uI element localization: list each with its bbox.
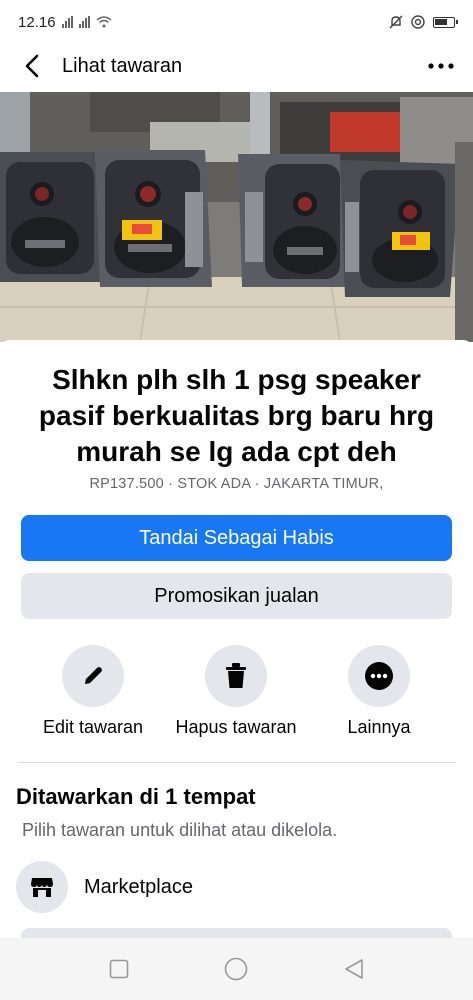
listing-photo[interactable] [0, 92, 473, 342]
recent-apps-button[interactable] [99, 949, 139, 989]
listing-actions: Edit tawaran Hapus tawaran Lainnya [0, 645, 473, 745]
page-title: Lihat tawaran [62, 54, 183, 77]
back-nav-button[interactable] [334, 949, 374, 989]
more-horizontal-circle-icon [365, 662, 393, 690]
listing-meta: RP137.500 · STOK ADA · JAKARTA TIMUR, [89, 476, 384, 492]
promote-listing-button[interactable]: Promosikan jualan [21, 573, 452, 619]
delete-listing-action[interactable]: Hapus tawaran [161, 645, 311, 738]
listing-title: Slhkn plh slh 1 psg speaker pasif berkua… [38, 364, 435, 467]
more-actions-label: Lainnya [347, 717, 411, 737]
offered-places-subtitle: Pilih tawaran untuk dilihat atau dikelol… [22, 820, 338, 840]
battery-icon [433, 16, 458, 28]
mark-sold-button[interactable]: Tandai Sebagai Habis [21, 515, 452, 561]
more-actions-action[interactable]: Lainnya [304, 645, 454, 738]
section-divider [18, 762, 456, 763]
place-item-marketplace[interactable]: Marketplace [16, 859, 456, 915]
circle-icon [225, 957, 248, 981]
more-button-circle[interactable] [348, 645, 410, 707]
at-icon [411, 15, 425, 29]
status-left: 12.16 [18, 14, 112, 31]
edit-listing-action[interactable]: Edit tawaran [18, 645, 168, 738]
edit-listing-label: Edit tawaran [42, 717, 144, 737]
edit-button-circle[interactable] [62, 645, 124, 707]
system-navigation-bar [0, 938, 473, 1000]
mute-icon [389, 15, 403, 29]
offered-places-title: Ditawarkan di 1 tempat [16, 784, 256, 809]
status-time: 12.16 [18, 13, 56, 31]
pencil-icon [85, 667, 102, 684]
signal-icon [61, 16, 73, 28]
storefront-icon [16, 861, 68, 913]
delete-button-circle[interactable] [205, 645, 267, 707]
back-button[interactable] [14, 48, 50, 84]
app-bar: Lihat tawaran [0, 44, 473, 88]
place-label: Marketplace [84, 875, 193, 898]
square-icon [109, 959, 129, 979]
wifi-icon [96, 16, 112, 28]
signal-icon-2 [78, 16, 90, 28]
more-dots-icon [428, 63, 454, 69]
trash-icon [226, 663, 246, 688]
more-options-button[interactable] [423, 48, 459, 84]
triangle-back-icon [345, 959, 363, 979]
delete-listing-label: Hapus tawaran [175, 717, 297, 737]
status-bar: 12.16 [0, 0, 473, 44]
back-arrow-icon [25, 54, 39, 78]
home-button[interactable] [216, 949, 256, 989]
status-right [389, 15, 458, 29]
speaker-photo-image [0, 92, 473, 342]
